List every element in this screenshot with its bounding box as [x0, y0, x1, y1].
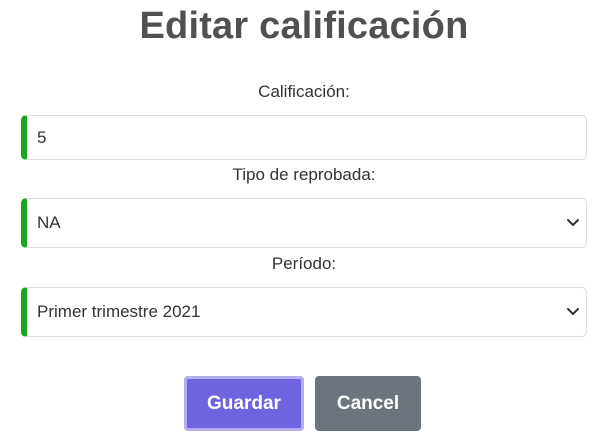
fail-type-select[interactable]: NA — [21, 198, 587, 248]
grade-label: Calificación: — [258, 82, 350, 101]
period-select-value: Primer trimestre 2021 — [37, 302, 201, 321]
grade-input-value: 5 — [37, 127, 47, 147]
cancel-button[interactable]: Cancel — [315, 376, 421, 431]
fail-type-label: Tipo de reprobada: — [232, 165, 376, 184]
fail-type-select-value: NA — [37, 213, 61, 232]
grade-input[interactable]: 5 — [21, 115, 587, 160]
period-select[interactable]: Primer trimestre 2021 — [21, 287, 587, 337]
save-button[interactable]: Guardar — [184, 376, 304, 431]
chevron-down-icon — [567, 308, 579, 315]
edit-grade-form: Editar calificación Calificación: 5 Tipo… — [0, 0, 616, 444]
period-label: Período: — [271, 254, 337, 273]
page-title: Editar calificación — [139, 5, 469, 47]
chevron-down-icon — [567, 219, 579, 226]
